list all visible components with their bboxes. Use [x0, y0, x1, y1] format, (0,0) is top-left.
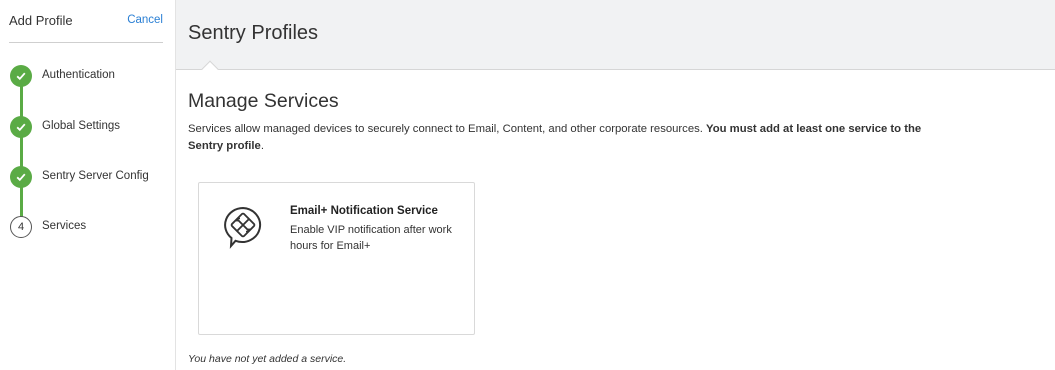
step-label: Services [42, 220, 87, 232]
step-services[interactable]: 4 Services [10, 216, 170, 240]
service-title: Email+ Notification Service [290, 205, 438, 217]
description-required-text-2: Sentry profile [188, 140, 261, 152]
exchange-chat-icon [222, 205, 264, 249]
step-label: Global Settings [42, 120, 120, 132]
header-pointer [201, 60, 219, 78]
service-card-email-notification[interactable]: Email+ Notification Service Enable VIP n… [198, 182, 475, 335]
description-period: . [260, 140, 264, 152]
step-label: Authentication [42, 69, 115, 81]
step-authentication[interactable]: Authentication [10, 65, 170, 89]
empty-services-note: You have not yet added a service. [188, 353, 347, 365]
service-description: Enable VIP notification after work hours… [290, 224, 452, 252]
wizard-sidebar: Add Profile Cancel Authentication Global… [0, 0, 176, 370]
sidebar-title: Add Profile [9, 13, 73, 28]
check-icon [10, 116, 32, 138]
step-number: 4 [10, 216, 32, 238]
section-title: Manage Services [188, 90, 339, 112]
step-global-settings[interactable]: Global Settings [10, 116, 170, 140]
page-title: Sentry Profiles [188, 22, 319, 44]
step-label: Sentry Server Config [42, 170, 149, 182]
step-progress-line [20, 78, 23, 228]
description-text: Services allow managed devices to secure… [188, 123, 707, 135]
step-sentry-server-config[interactable]: Sentry Server Config [10, 166, 170, 190]
description-required-text: You must add at least one service to the [706, 123, 922, 135]
page-header: Sentry Profiles [176, 0, 1055, 78]
check-icon [10, 166, 32, 188]
cancel-link[interactable]: Cancel [127, 14, 163, 26]
check-icon [10, 65, 32, 87]
section-description: Services allow managed devices to secure… [188, 121, 1055, 155]
sidebar-header: Add Profile Cancel [9, 12, 163, 43]
